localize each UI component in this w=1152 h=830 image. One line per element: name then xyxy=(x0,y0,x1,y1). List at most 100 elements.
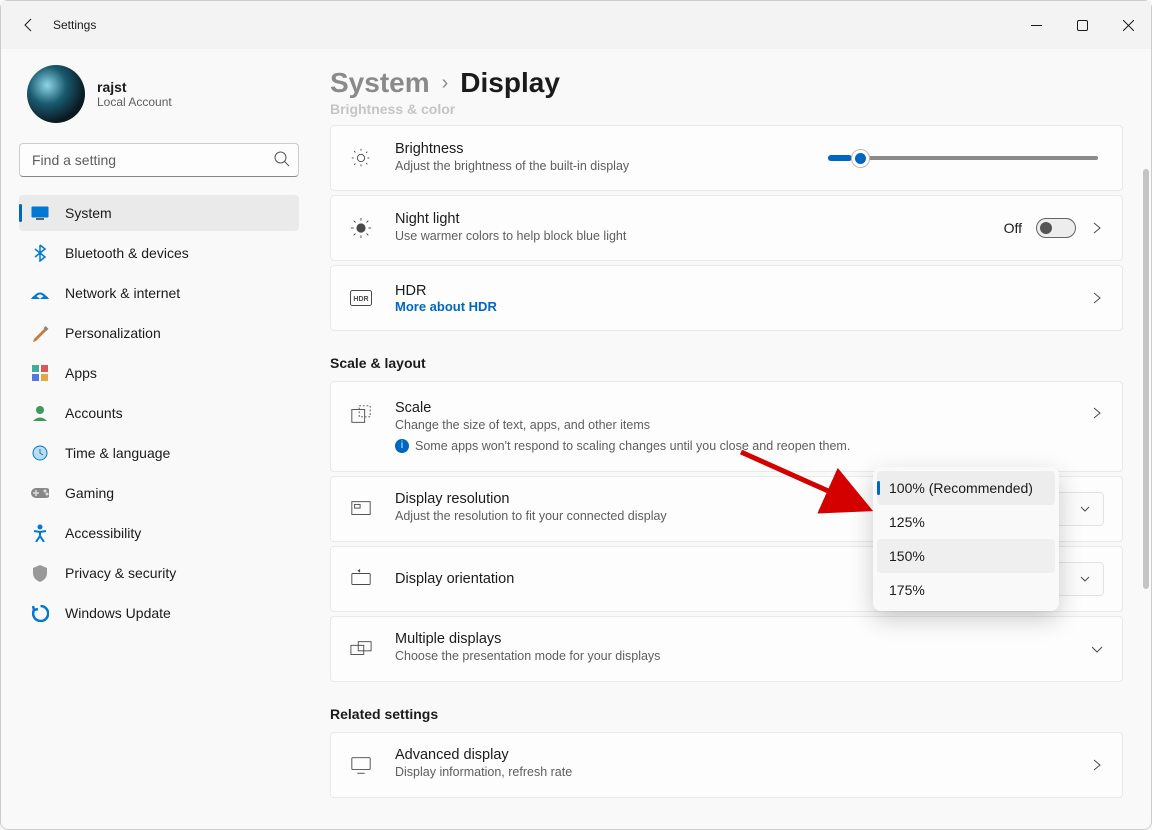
window-title: Settings xyxy=(53,18,96,32)
scale-sub: Change the size of text, apps, and other… xyxy=(395,416,1068,435)
system-icon xyxy=(31,204,49,222)
multiple-displays-card[interactable]: Multiple displays Choose the presentatio… xyxy=(330,616,1123,682)
chevron-right-icon: › xyxy=(442,72,449,95)
chevron-right-icon xyxy=(1090,291,1104,305)
gaming-icon xyxy=(31,484,49,502)
hdr-title: HDR xyxy=(395,283,1068,299)
chevron-right-icon xyxy=(1090,758,1104,772)
orientation-title: Display orientation xyxy=(395,571,955,587)
hdr-card[interactable]: HDR HDR More about HDR xyxy=(330,265,1123,331)
hdr-link[interactable]: More about HDR xyxy=(395,299,1068,314)
night-light-card[interactable]: Night light Use warmer colors to help bl… xyxy=(330,195,1123,261)
brightness-sub: Adjust the brightness of the built-in di… xyxy=(395,157,806,176)
nav-label: System xyxy=(65,205,112,221)
advanced-sub: Display information, refresh rate xyxy=(395,763,1068,782)
scale-option[interactable]: 100% (Recommended) xyxy=(877,471,1055,505)
nav-label: Personalization xyxy=(65,325,161,341)
titlebar: Settings xyxy=(1,1,1151,49)
multiple-title: Multiple displays xyxy=(395,631,1068,647)
section-related: Related settings xyxy=(330,706,1123,722)
chevron-down-icon xyxy=(1079,503,1091,515)
nav-item-personalization[interactable]: Personalization xyxy=(19,315,299,351)
breadcrumb-current: Display xyxy=(460,67,560,99)
nav-label: Apps xyxy=(65,365,97,381)
search-input[interactable] xyxy=(19,143,299,177)
chevron-right-icon xyxy=(1090,221,1104,235)
scrollbar[interactable] xyxy=(1143,169,1149,589)
back-button[interactable] xyxy=(19,15,39,35)
bluetooth-icon xyxy=(31,244,49,262)
breadcrumb: System › Display xyxy=(330,67,1123,99)
nav-label: Windows Update xyxy=(65,605,171,621)
scale-option[interactable]: 125% xyxy=(877,505,1055,539)
nav-label: Gaming xyxy=(65,485,114,501)
nav-label: Accessibility xyxy=(65,525,141,541)
avatar xyxy=(27,65,85,123)
user-account-type: Local Account xyxy=(97,95,172,109)
main-content: System › Display Brightness & color Brig… xyxy=(306,49,1151,829)
search-icon[interactable] xyxy=(273,150,291,168)
nav-item-accounts[interactable]: Accounts xyxy=(19,395,299,431)
orientation-icon xyxy=(349,568,373,590)
personalization-icon xyxy=(31,324,49,342)
chevron-down-icon xyxy=(1090,642,1104,656)
scale-option[interactable]: 175% xyxy=(877,573,1055,607)
advanced-display-card[interactable]: Advanced display Display information, re… xyxy=(330,732,1123,798)
scale-icon xyxy=(349,404,373,426)
nav-item-apps[interactable]: Apps xyxy=(19,355,299,391)
accessibility-icon xyxy=(31,524,49,542)
hdr-icon: HDR xyxy=(349,290,373,306)
nav-label: Bluetooth & devices xyxy=(65,245,189,261)
night-light-state: Off xyxy=(1004,220,1022,236)
scale-info: Some apps won't respond to scaling chang… xyxy=(415,439,850,453)
slider-thumb[interactable] xyxy=(851,149,870,168)
nav-label: Time & language xyxy=(65,445,170,461)
brightness-slider[interactable] xyxy=(828,156,1098,160)
nav-label: Network & internet xyxy=(65,285,180,301)
multiple-displays-icon xyxy=(349,638,373,660)
resolution-icon xyxy=(349,498,373,520)
nav-item-privacy[interactable]: Privacy & security xyxy=(19,555,299,591)
section-brightness-color: Brightness & color xyxy=(330,101,1123,117)
nav-item-update[interactable]: Windows Update xyxy=(19,595,299,631)
user-block[interactable]: rajst Local Account xyxy=(27,65,298,123)
night-light-title: Night light xyxy=(395,211,982,227)
nav-list: System Bluetooth & devices Network & inter… xyxy=(19,195,299,631)
scale-option[interactable]: 150% xyxy=(877,539,1055,573)
network-icon xyxy=(31,284,49,302)
brightness-card[interactable]: Brightness Adjust the brightness of the … xyxy=(330,125,1123,191)
breadcrumb-parent[interactable]: System xyxy=(330,67,430,99)
scale-card[interactable]: Scale Change the size of text, apps, and… xyxy=(330,381,1123,472)
chevron-down-icon xyxy=(1079,573,1091,585)
nav-item-bluetooth[interactable]: Bluetooth & devices xyxy=(19,235,299,271)
night-light-toggle[interactable] xyxy=(1036,218,1076,238)
privacy-icon xyxy=(31,564,49,582)
nav-item-accessibility[interactable]: Accessibility xyxy=(19,515,299,551)
scale-dropdown[interactable]: 100% (Recommended)125%150%175% xyxy=(873,467,1059,611)
advanced-title: Advanced display xyxy=(395,747,1068,763)
sidebar: rajst Local Account System Bluetooth & de… xyxy=(1,49,306,829)
resolution-sub: Adjust the resolution to fit your connec… xyxy=(395,507,882,526)
nav-label: Privacy & security xyxy=(65,565,176,581)
brightness-icon xyxy=(349,147,373,169)
advanced-display-icon xyxy=(349,754,373,776)
update-icon xyxy=(31,604,49,622)
minimize-button[interactable] xyxy=(1013,7,1059,43)
accounts-icon xyxy=(31,404,49,422)
multiple-sub: Choose the presentation mode for your di… xyxy=(395,647,1068,666)
resolution-title: Display resolution xyxy=(395,491,882,507)
close-button[interactable] xyxy=(1105,7,1151,43)
maximize-button[interactable] xyxy=(1059,7,1105,43)
nav-label: Accounts xyxy=(65,405,123,421)
nav-item-network[interactable]: Network & internet xyxy=(19,275,299,311)
scale-title: Scale xyxy=(395,400,1068,416)
night-light-sub: Use warmer colors to help block blue lig… xyxy=(395,227,982,246)
user-name: rajst xyxy=(97,79,172,95)
brightness-title: Brightness xyxy=(395,141,806,157)
chevron-right-icon xyxy=(1090,406,1104,420)
svg-text:HDR: HDR xyxy=(353,296,368,303)
nav-item-time[interactable]: Time & language xyxy=(19,435,299,471)
nav-item-gaming[interactable]: Gaming xyxy=(19,475,299,511)
nav-item-system[interactable]: System xyxy=(19,195,299,231)
night-light-icon xyxy=(349,217,373,239)
